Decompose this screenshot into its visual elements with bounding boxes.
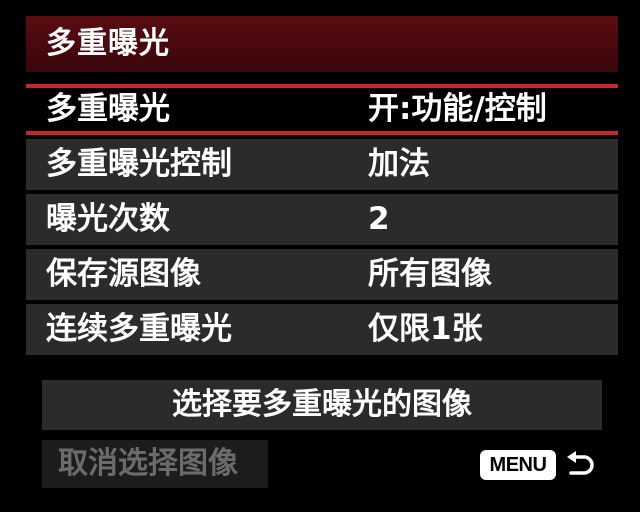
select-images-label: 选择要多重曝光的图像 xyxy=(172,387,472,422)
menu-item-save-source[interactable]: 保存源图像 所有图像 xyxy=(26,249,618,300)
menu-item-label: 连续多重曝光 xyxy=(46,311,232,347)
menu-item-value: 加法 xyxy=(368,146,430,182)
menu-item-exposure-control[interactable]: 多重曝光控制 加法 xyxy=(26,139,618,190)
menu-item-value: 所有图像 xyxy=(368,256,492,292)
menu-item-label: 多重曝光 xyxy=(46,91,170,127)
menu-item-value: 2 xyxy=(368,201,390,237)
deselect-images-label: 取消选择图像 xyxy=(58,446,238,481)
camera-menu-screen: 多重曝光 多重曝光 开:功能/控制 多重曝光控制 加法 曝光次数 2 保存源图像… xyxy=(0,0,640,512)
menu-item-value: 仅限1张 xyxy=(368,311,483,347)
return-arrow-icon xyxy=(567,451,594,475)
menu-item-label: 曝光次数 xyxy=(46,201,170,237)
menu-item-label: 保存源图像 xyxy=(46,256,201,292)
page-title: 多重曝光 xyxy=(46,26,170,61)
menu-item-exposure-count[interactable]: 曝光次数 2 xyxy=(26,194,618,245)
menu-item-multiple-exposure[interactable]: 多重曝光 开:功能/控制 xyxy=(26,84,618,135)
menu-button-badge: MENU xyxy=(480,450,556,480)
menu-item-continuous-exposure[interactable]: 连续多重曝光 仅限1张 xyxy=(26,304,618,355)
settings-menu-list: 多重曝光 开:功能/控制 多重曝光控制 加法 曝光次数 2 保存源图像 所有图像… xyxy=(26,84,618,359)
deselect-images-button: 取消选择图像 xyxy=(42,440,268,488)
menu-item-value: 开:功能/控制 xyxy=(368,91,547,127)
select-images-button[interactable]: 选择要多重曝光的图像 xyxy=(42,380,602,430)
menu-item-label: 多重曝光控制 xyxy=(46,146,232,182)
menu-title-bar: 多重曝光 xyxy=(26,16,618,72)
